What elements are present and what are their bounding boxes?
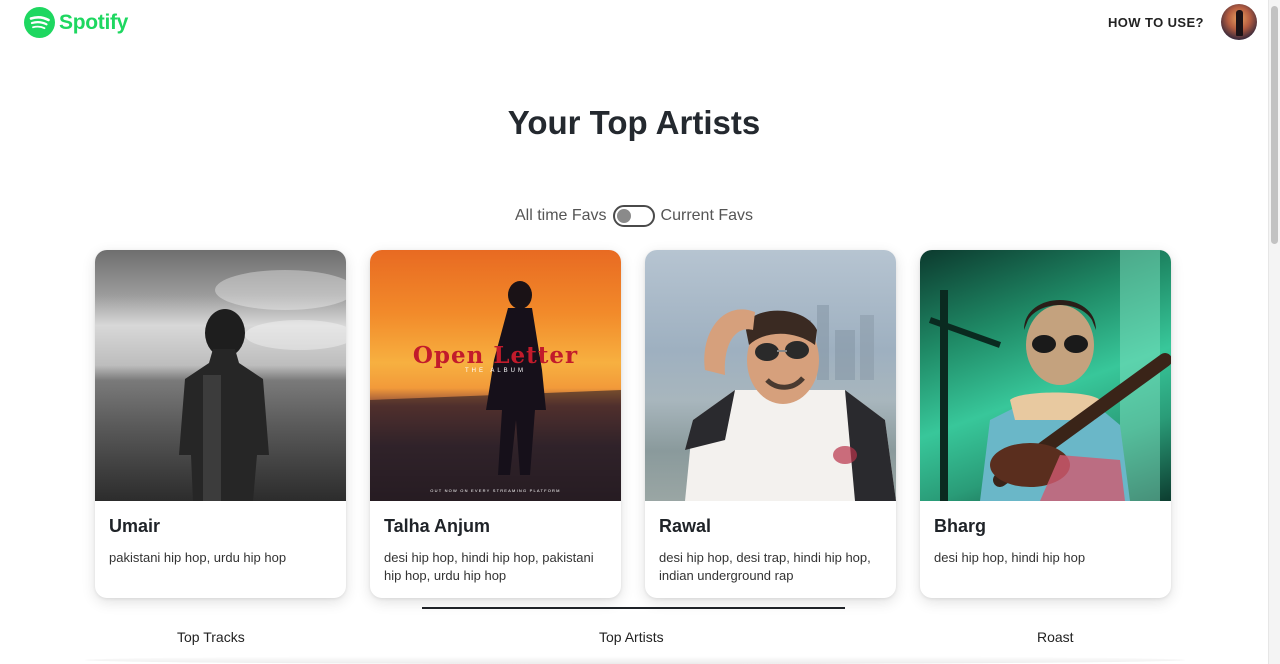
tab-top-tracks[interactable]: Top Tracks [177, 629, 245, 645]
artist-card-bharg[interactable]: Bharg desi hip hop, hindi hip hop [920, 250, 1171, 598]
toggle-label-current: Current Favs [660, 207, 754, 224]
album-title: Open Letter [412, 342, 579, 369]
artist-photo [645, 250, 896, 501]
artist-genres: desi hip hop, desi trap, hindi hip hop, … [659, 550, 871, 583]
spotify-logo[interactable]: Spotify [24, 7, 128, 38]
artist-card-talha-anjum[interactable]: Open Letter THE ALBUM OUT NOW ON EVERY S… [370, 250, 621, 598]
scrollbar[interactable] [1268, 0, 1280, 664]
artist-name: Rawal [659, 516, 712, 536]
how-to-use-link[interactable]: HOW TO USE? [1108, 15, 1204, 30]
artist-photo: Open Letter THE ALBUM OUT NOW ON EVERY S… [370, 250, 621, 501]
artist-name: Umair [109, 516, 161, 536]
page-title: Your Top Artists [507, 104, 761, 141]
artist-card-umair[interactable]: Umair pakistani hip hop, urdu hip hop [95, 250, 346, 598]
artist-card-rawal[interactable]: Rawal desi hip hop, desi trap, hindi hip… [645, 250, 896, 598]
active-tab-indicator [422, 607, 845, 609]
tab-top-artists[interactable]: Top Artists [599, 629, 664, 645]
artist-name: Talha Anjum [384, 516, 491, 536]
header: Spotify HOW TO USE? [0, 0, 1268, 48]
favs-toggle-switch[interactable] [612, 205, 655, 227]
artist-name: Bharg [934, 516, 987, 536]
tab-roast[interactable]: Roast [1037, 629, 1074, 645]
toggle-knob [616, 209, 631, 223]
tab-bar-shadow [85, 656, 1185, 664]
album-subtitle: THE ALBUM [464, 368, 526, 374]
artist-genres: pakistani hip hop, urdu hip hop [109, 550, 287, 565]
user-avatar[interactable] [1221, 4, 1257, 40]
toggle-label-all-time: All time Favs [514, 207, 607, 224]
spotify-icon [24, 7, 55, 38]
album-footer: OUT NOW ON EVERY STREAMING PLATFORM [430, 488, 561, 493]
artist-photo [95, 250, 346, 501]
avatar-figure [1236, 10, 1243, 36]
artist-genres: desi hip hop, hindi hip hop, pakistani h… [384, 550, 594, 583]
favs-toggle-row: All time Favs Current Favs [0, 205, 1268, 227]
scrollbar-thumb[interactable] [1271, 6, 1278, 244]
artist-photo [920, 250, 1171, 501]
bottom-tab-bar: Top Tracks Top Artists Roast [0, 606, 1268, 664]
artist-genres: desi hip hop, hindi hip hop [934, 550, 1086, 565]
brand-name: Spotify [59, 10, 129, 34]
